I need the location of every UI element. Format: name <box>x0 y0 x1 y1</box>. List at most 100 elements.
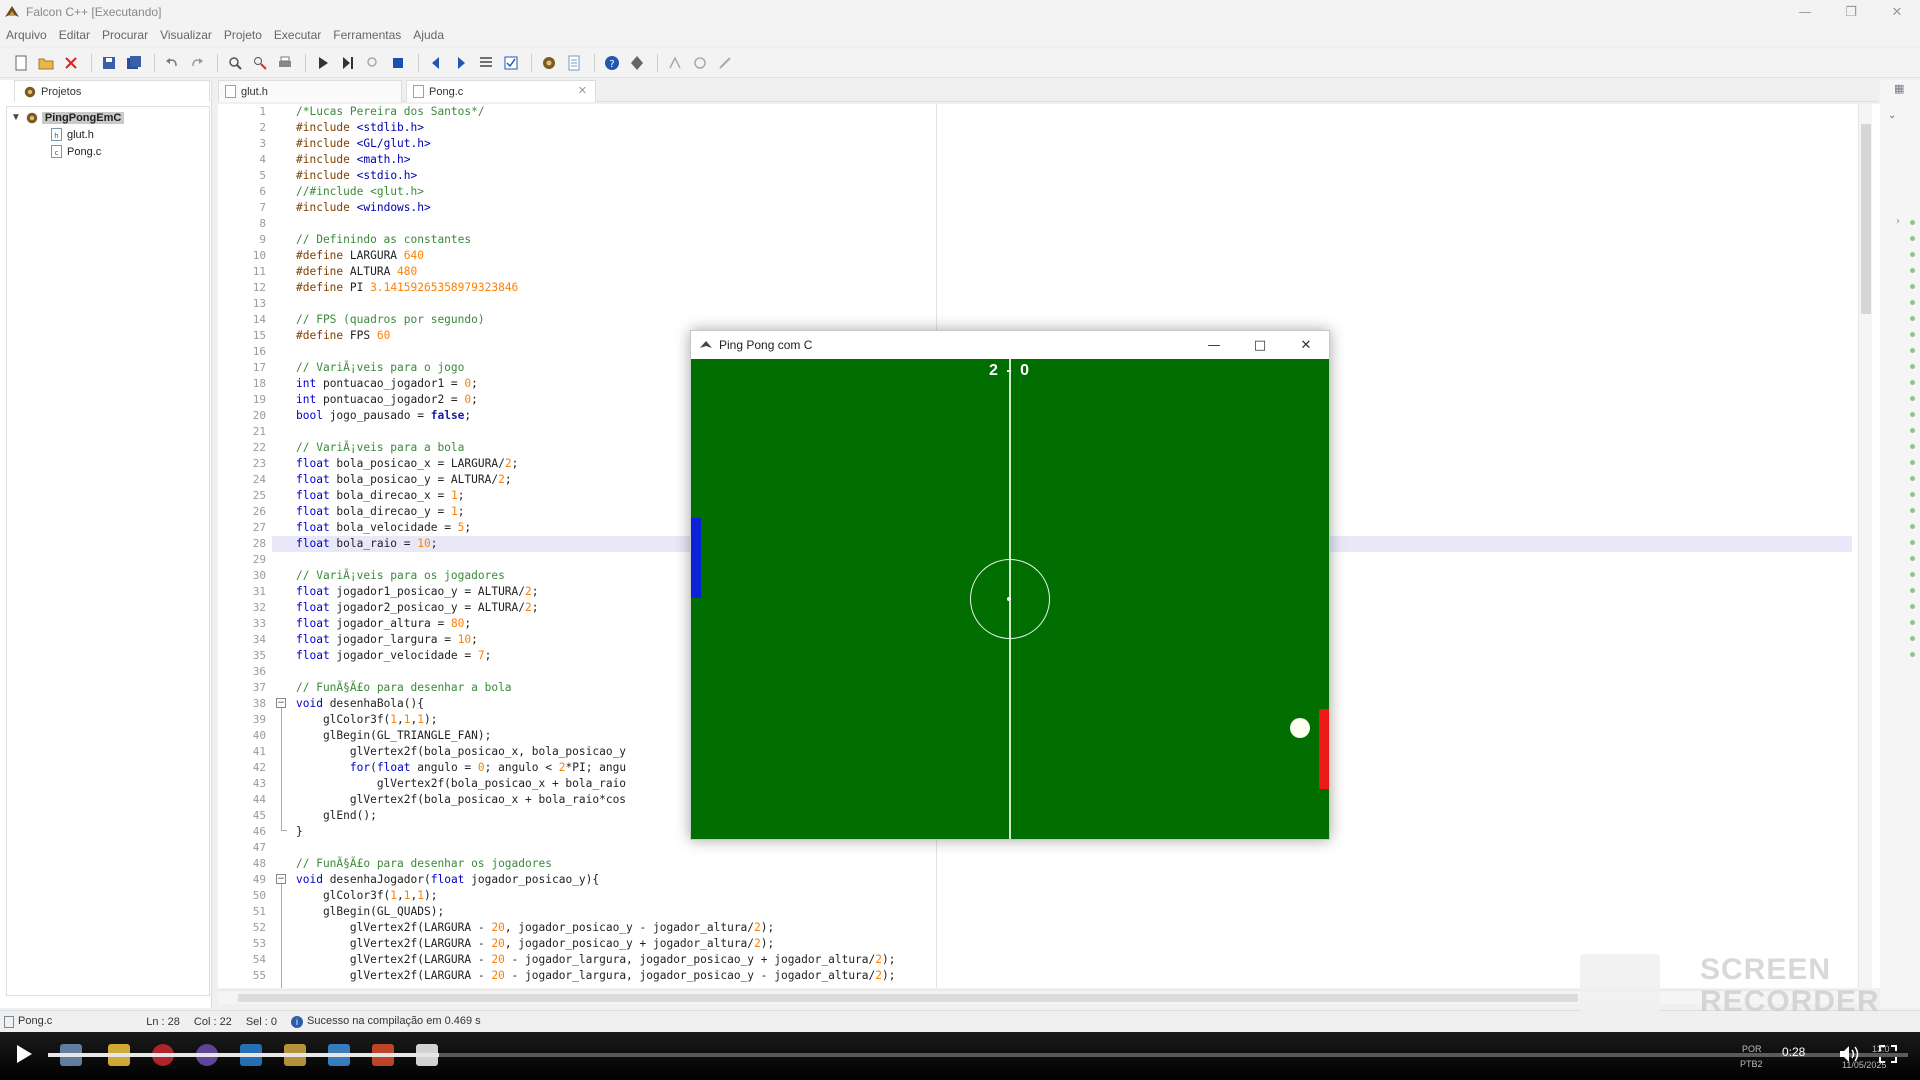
code-line[interactable]: float jogador1_posicao_y = ALTURA/2; <box>296 584 539 600</box>
code-line[interactable]: //#include <glut.h> <box>296 184 424 200</box>
settings-icon[interactable] <box>626 52 648 74</box>
chevron-down-icon[interactable]: ▼ <box>11 112 21 123</box>
tools-icon[interactable] <box>714 52 736 74</box>
replace-icon[interactable] <box>249 52 271 74</box>
menu-visualizar[interactable]: Visualizar <box>160 28 212 42</box>
open-folder-icon[interactable] <box>35 52 57 74</box>
print-icon[interactable] <box>274 52 296 74</box>
code-line[interactable]: float jogador_velocidade = 7; <box>296 648 491 664</box>
code-line[interactable]: glVertex2f(LARGURA - 20, jogador_posicao… <box>296 920 774 936</box>
code-line[interactable]: // FPS (quadros por segundo) <box>296 312 485 328</box>
prev-icon[interactable] <box>425 52 447 74</box>
menu-projeto[interactable]: Projeto <box>224 28 262 42</box>
code-line[interactable]: glEnd(); <box>296 808 377 824</box>
tab-pong-c[interactable]: Pong.c ✕ <box>406 80 596 102</box>
code-line[interactable]: glVertex2f(LARGURA - 20 - jogador_largur… <box>296 952 896 968</box>
code-line[interactable]: } <box>296 824 303 840</box>
code-line[interactable]: #define ALTURA 480 <box>296 264 417 280</box>
minimize-button[interactable]: — <box>1782 0 1828 24</box>
menu-ajuda[interactable]: Ajuda <box>413 28 444 42</box>
step-icon[interactable] <box>337 52 359 74</box>
menu-editar[interactable]: Editar <box>59 28 90 42</box>
code-line[interactable]: #define PI 3.14159265358979323846 <box>296 280 518 296</box>
code-line[interactable]: float bola_direcao_y = 1; <box>296 504 464 520</box>
code-line[interactable]: // FunÃ§Ã£o para desenhar os jogadores <box>296 856 552 872</box>
game-window-titlebar[interactable]: Ping Pong com C — □ ✕ <box>691 331 1329 359</box>
next-icon[interactable] <box>450 52 472 74</box>
code-line[interactable]: #include <windows.h> <box>296 200 431 216</box>
document-icon[interactable] <box>563 52 585 74</box>
undo-icon[interactable] <box>161 52 183 74</box>
tree-item-pong[interactable]: c Pong.c <box>7 143 209 160</box>
layout-icon[interactable]: ▦ <box>1894 82 1904 95</box>
code-line[interactable]: void desenhaJogador(float jogador_posica… <box>296 872 599 888</box>
game-field[interactable]: 2 - 0 <box>691 359 1329 839</box>
chevron-down-icon[interactable]: ⌄ <box>1888 110 1896 121</box>
checklist-icon[interactable] <box>500 52 522 74</box>
code-line[interactable]: #include <stdio.h> <box>296 168 417 184</box>
stop-icon[interactable] <box>387 52 409 74</box>
run-icon[interactable] <box>312 52 334 74</box>
code-line[interactable]: #include <GL/glut.h> <box>296 136 431 152</box>
code-line[interactable]: // VariÃ¡veis para o jogo <box>296 360 464 376</box>
fold-toggle-icon[interactable]: − <box>276 874 286 884</box>
code-line[interactable]: void desenhaBola(){ <box>296 696 424 712</box>
code-line[interactable]: float jogador_largura = 10; <box>296 632 478 648</box>
build-icon[interactable] <box>538 52 560 74</box>
code-line[interactable]: /*Lucas Pereira dos Santos*/ <box>296 104 485 120</box>
code-line[interactable]: float bola_direcao_x = 1; <box>296 488 464 504</box>
code-line[interactable]: glBegin(GL_QUADS); <box>296 904 444 920</box>
new-file-icon[interactable] <box>10 52 32 74</box>
code-line[interactable]: // Definindo as constantes <box>296 232 471 248</box>
code-line[interactable]: #include <math.h> <box>296 152 411 168</box>
code-line[interactable]: glVertex2f(LARGURA - 20, jogador_posicao… <box>296 936 774 952</box>
menu-procurar[interactable]: Procurar <box>102 28 148 42</box>
scroll-thumb[interactable] <box>1861 124 1871 314</box>
minimize-button[interactable]: — <box>1191 331 1237 359</box>
video-progress[interactable] <box>48 1053 1908 1057</box>
code-line[interactable]: int pontuacao_jogador1 = 0; <box>296 376 478 392</box>
code-line[interactable]: // VariÃ¡veis para a bola <box>296 440 464 456</box>
code-line[interactable]: glBegin(GL_TRIANGLE_FAN); <box>296 728 491 744</box>
close-file-icon[interactable] <box>60 52 82 74</box>
code-line[interactable]: for(float angulo = 0; angulo < 2*PI; ang… <box>296 760 626 776</box>
fold-toggle-icon[interactable]: − <box>276 698 286 708</box>
tab-glut-h[interactable]: glut.h <box>218 80 402 102</box>
tree-item-glut[interactable]: h glut.h <box>7 126 209 143</box>
code-line[interactable]: #define FPS 60 <box>296 328 390 344</box>
close-window-button[interactable]: ✕ <box>1874 0 1920 24</box>
code-line[interactable]: bool jogo_pausado = false; <box>296 408 471 424</box>
format-icon[interactable] <box>664 52 686 74</box>
help-icon[interactable]: ? <box>601 52 623 74</box>
save-all-icon[interactable] <box>123 52 145 74</box>
maximize-button[interactable]: □ <box>1237 331 1283 359</box>
code-line[interactable]: // VariÃ¡veis para os jogadores <box>296 568 505 584</box>
vertical-scrollbar[interactable] <box>1858 104 1872 988</box>
menu-executar[interactable]: Executar <box>274 28 321 42</box>
code-line[interactable]: glVertex2f(LARGURA - 20 - jogador_largur… <box>296 968 896 984</box>
save-icon[interactable] <box>98 52 120 74</box>
code-line[interactable]: glVertex2f(bola_posicao_x, bola_posicao_… <box>296 744 626 760</box>
code-line[interactable]: glVertex2f(bola_posicao_x + bola_raio*co… <box>296 792 626 808</box>
debug-icon[interactable] <box>362 52 384 74</box>
menu-arquivo[interactable]: Arquivo <box>6 28 47 42</box>
play-icon[interactable] <box>14 1043 34 1065</box>
code-line[interactable]: float bola_posicao_y = ALTURA/2; <box>296 472 512 488</box>
tab-projetos[interactable]: Projetos <box>14 80 210 102</box>
code-line[interactable]: float bola_velocidade = 5; <box>296 520 471 536</box>
chevron-right-icon[interactable]: › <box>1896 216 1900 227</box>
tree-root[interactable]: ▼ PingPongEmC <box>7 109 209 126</box>
code-line[interactable]: glVertex2f(bola_posicao_x + bola_raio <box>296 776 626 792</box>
code-line[interactable]: #define LARGURA 640 <box>296 248 424 264</box>
code-line[interactable]: glColor3f(1,1,1); <box>296 888 438 904</box>
menu-ferramentas[interactable]: Ferramentas <box>333 28 401 42</box>
maximize-button[interactable]: ❐ <box>1828 0 1874 24</box>
code-line[interactable]: float bola_posicao_x = LARGURA/2; <box>296 456 518 472</box>
scroll-thumb[interactable] <box>238 994 1578 1002</box>
code-line[interactable]: glColor3f(1,1,1); <box>296 712 438 728</box>
close-window-button[interactable]: ✕ <box>1283 331 1329 359</box>
refresh-icon[interactable] <box>689 52 711 74</box>
code-line[interactable]: float bola_raio = 10; <box>296 536 437 552</box>
list-icon[interactable] <box>475 52 497 74</box>
redo-icon[interactable] <box>186 52 208 74</box>
